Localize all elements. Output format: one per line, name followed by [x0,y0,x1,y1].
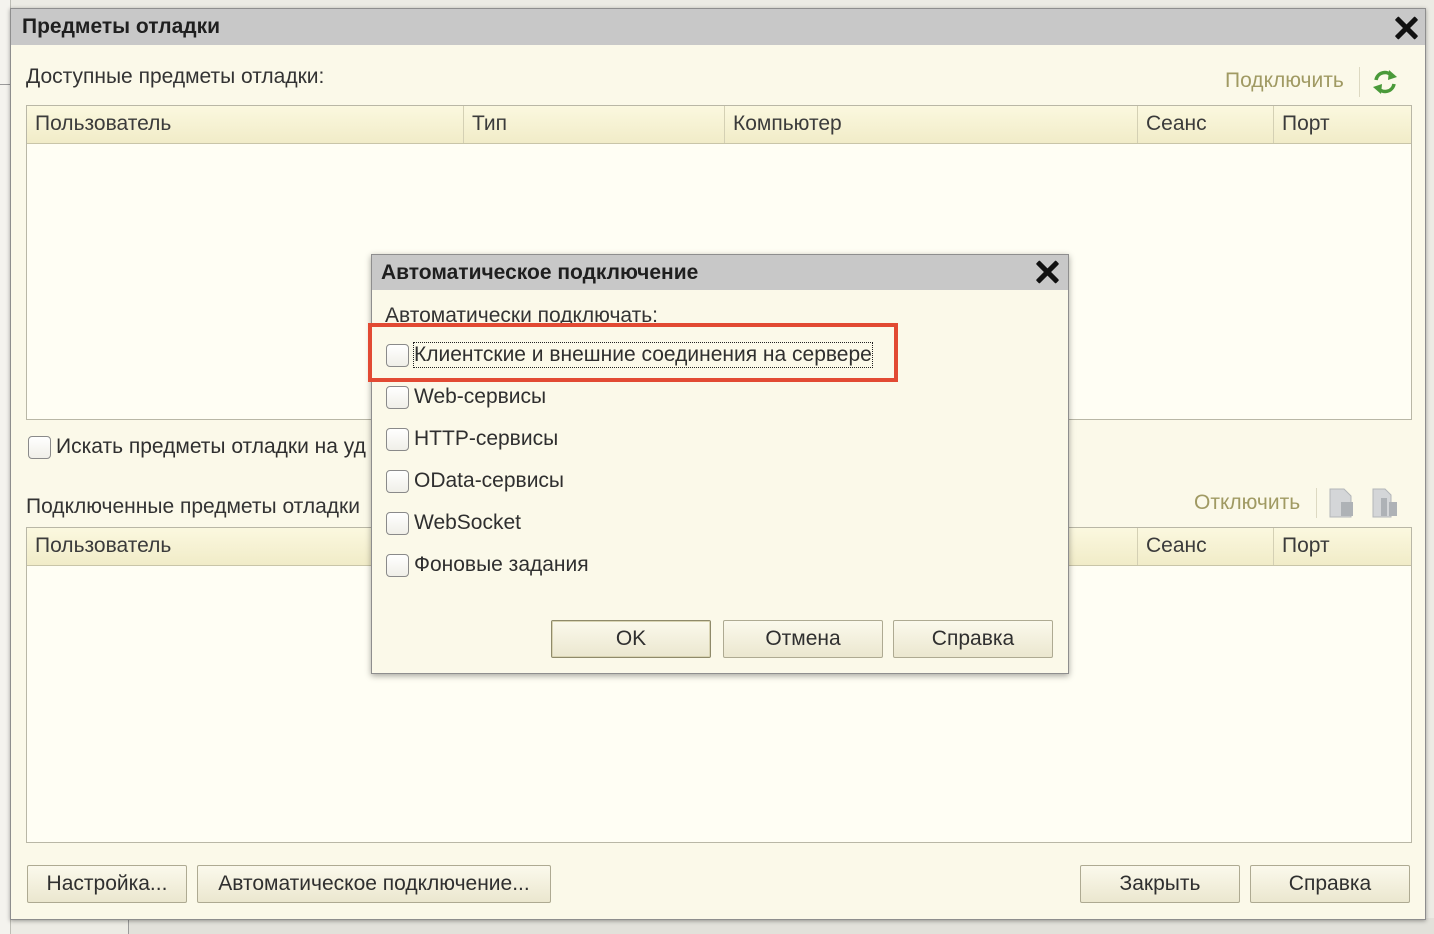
column-port[interactable]: Порт [1274,106,1411,143]
background-divider [0,84,10,85]
auto-connect-button[interactable]: Автоматическое подключение... [197,865,551,903]
option-http-services-checkbox[interactable] [386,428,409,451]
column-session[interactable]: Сеанс [1138,528,1274,565]
settings-button[interactable]: Настройка... [27,865,187,903]
search-remote-checkbox[interactable] [28,436,51,459]
available-items-label: Доступные предметы отладки: [26,65,325,88]
column-session[interactable]: Сеанс [1138,106,1274,143]
window-title-bar: Предметы отладки [11,9,1425,45]
option-client-external-checkbox[interactable] [386,344,409,367]
column-computer[interactable]: Компьютер [725,106,1138,143]
column-port[interactable]: Порт [1274,528,1411,565]
window-close-icon[interactable] [1391,13,1421,43]
option-odata-services-label[interactable]: OData-сервисы [414,469,564,493]
option-web-services-label[interactable]: Web-сервисы [414,385,546,409]
option-websocket-label[interactable]: WebSocket [414,511,521,535]
option-client-external-label[interactable]: Клиентские и внешние соединения на серве… [413,342,873,368]
disconnect-link[interactable]: Отключить [1194,491,1300,515]
option-websocket-checkbox[interactable] [386,512,409,535]
refresh-icon[interactable] [1370,67,1400,97]
option-odata-services-checkbox[interactable] [386,470,409,493]
option-web-services-checkbox[interactable] [386,386,409,409]
option-background-jobs-checkbox[interactable] [386,554,409,577]
toolbar-separator [1359,67,1360,97]
column-type[interactable]: Тип [464,106,725,143]
documents-icon[interactable] [1371,488,1399,518]
dialog-close-icon[interactable] [1032,257,1062,287]
help-button[interactable]: Справка [1250,865,1410,903]
option-http-services-label[interactable]: HTTP-сервисы [414,427,558,451]
auto-connect-prompt: Автоматически подключать: [385,304,658,327]
connect-link[interactable]: Подключить [1225,69,1344,93]
auto-connect-dialog: Автоматическое подключение Автоматически… [368,254,1069,674]
option-background-jobs-label[interactable]: Фоновые задания [414,553,589,577]
connected-items-label: Подключенные предметы отладки [26,495,360,518]
dialog-title-bar: Автоматическое подключение [372,255,1068,290]
cancel-button[interactable]: Отмена [723,620,883,658]
close-button[interactable]: Закрыть [1080,865,1240,903]
ok-button[interactable]: OK [551,620,711,658]
dialog-title: Автоматическое подключение [381,261,699,284]
column-user[interactable]: Пользователь [27,106,464,143]
background-panel-bottom [128,918,1434,934]
window-title: Предметы отладки [22,15,221,38]
document-icon[interactable] [1327,488,1355,518]
available-table-header: Пользователь Тип Компьютер Сеанс Порт [27,106,1411,144]
search-remote-label: Искать предметы отладки на уд [56,435,366,458]
toolbar-separator [1316,488,1317,518]
dialog-help-button[interactable]: Справка [893,620,1053,658]
